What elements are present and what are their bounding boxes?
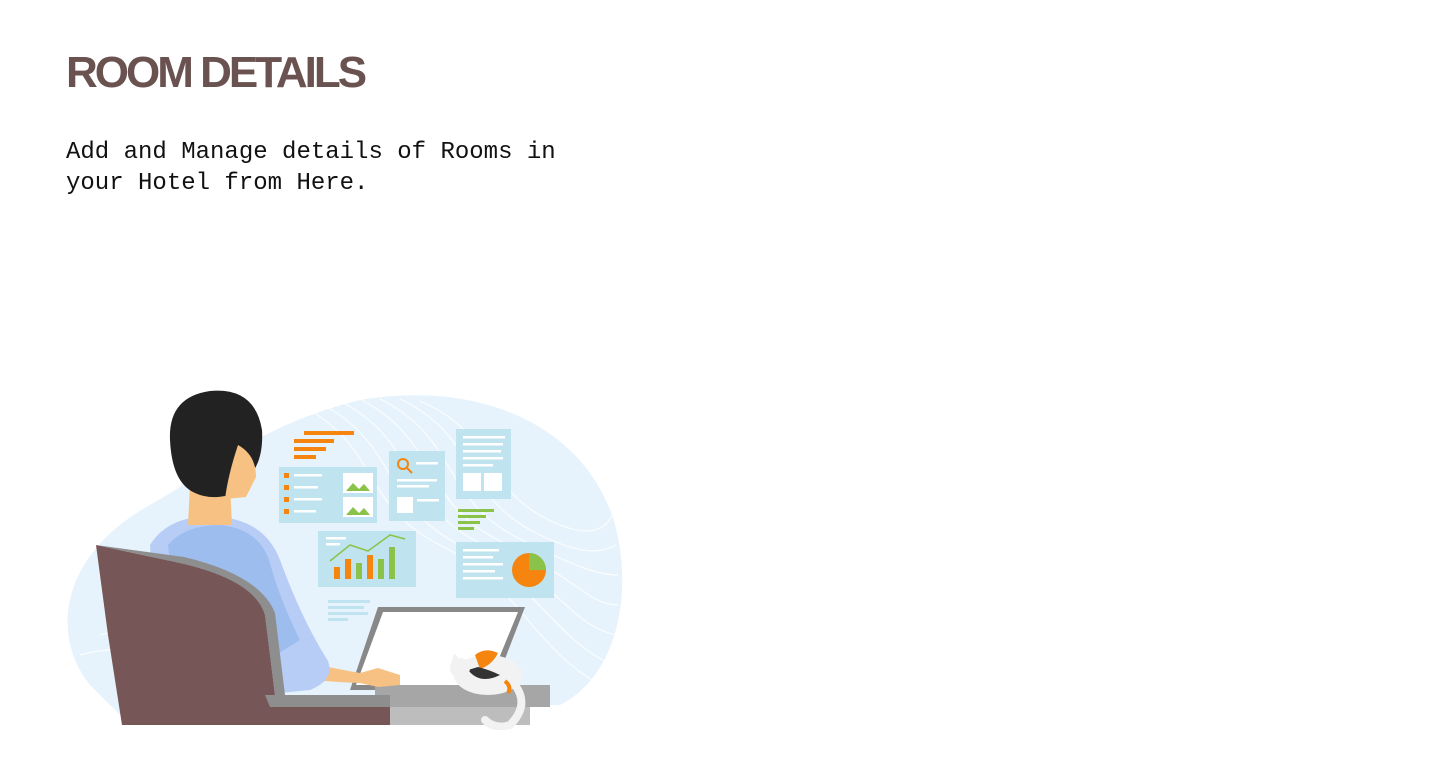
bar-chart-panel-icon (318, 531, 416, 587)
checklist-panel-icon (279, 467, 377, 523)
document-panel-icon (456, 429, 511, 499)
page-title: ROOM DETAILS (66, 48, 367, 97)
person-at-laptop-illustration (60, 385, 625, 730)
pie-chart-panel-icon (456, 542, 554, 598)
page-description: Add and Manage details of Rooms in your … (66, 139, 556, 197)
search-panel-icon (389, 451, 445, 521)
